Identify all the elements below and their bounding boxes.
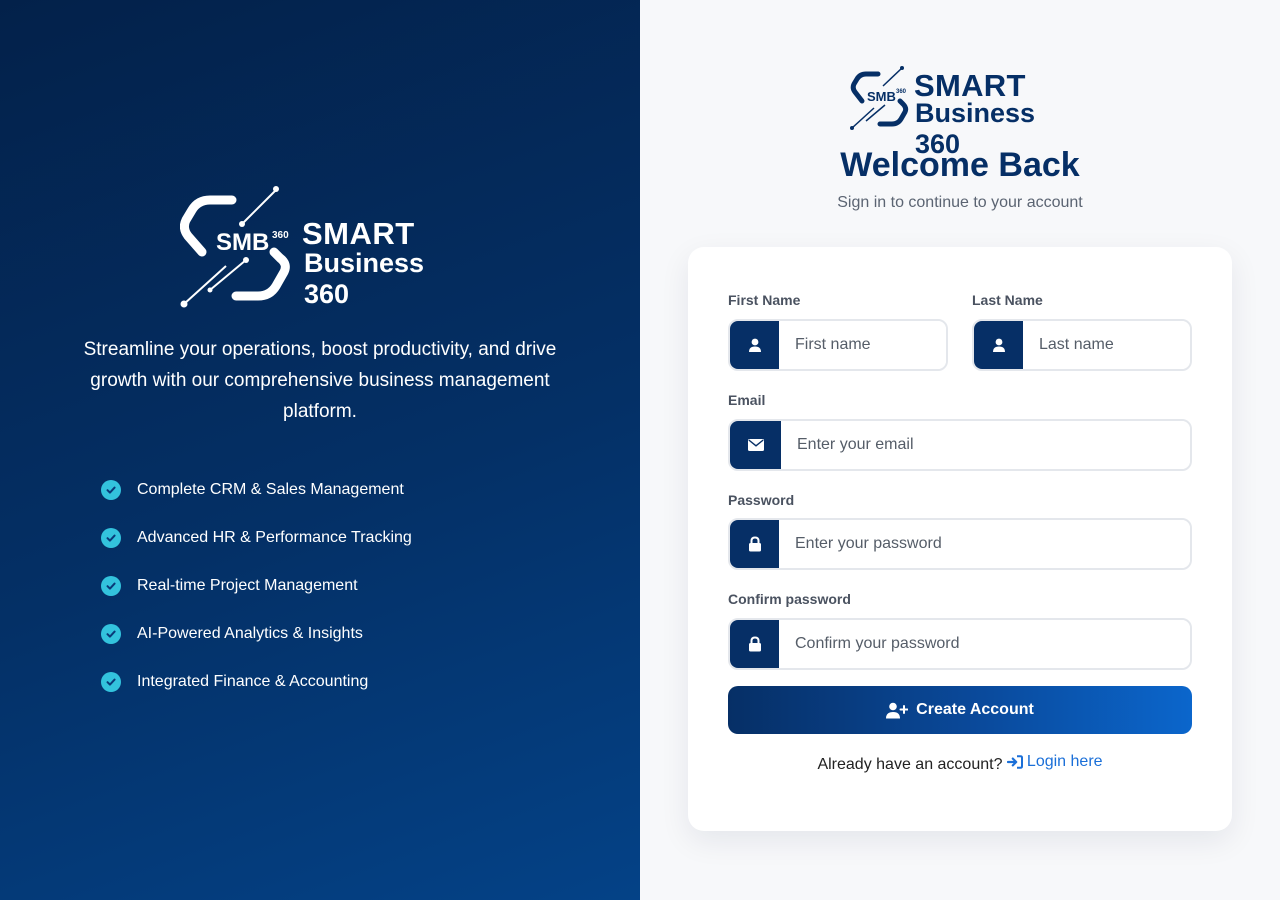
- check-circle-icon: [101, 528, 121, 548]
- create-account-button[interactable]: Create Account: [728, 686, 1192, 734]
- page: SMB 360 SMART Business 360 Streamline yo…: [0, 0, 1280, 900]
- brand-monogram: SMB: [216, 229, 269, 256]
- login-link-label: Login here: [1026, 753, 1103, 770]
- feature-item: Integrated Finance & Accounting: [101, 658, 412, 706]
- check-circle-icon: [101, 576, 121, 596]
- lock-icon: [730, 520, 779, 568]
- email-group: [728, 419, 1192, 471]
- password-input[interactable]: [779, 520, 1190, 568]
- brand-name-line1: SMART: [302, 216, 415, 251]
- page-title: Welcome Back: [840, 146, 1080, 184]
- confirm-password-input[interactable]: [779, 620, 1190, 668]
- brand-monogram-sup: 360: [272, 230, 289, 241]
- login-prompt: Already have an account?: [817, 756, 1003, 773]
- feature-item: Real-time Project Management: [101, 562, 412, 610]
- sign-in-icon: [1006, 755, 1023, 769]
- login-prompt-line: Already have an account? Login here: [688, 753, 1232, 774]
- brand-mark-icon: SMB 360: [850, 66, 909, 130]
- first-name-input[interactable]: [779, 321, 946, 369]
- email-input[interactable]: [781, 421, 1190, 469]
- feature-label: AI-Powered Analytics & Insights: [137, 625, 363, 642]
- feature-label: Real-time Project Management: [137, 577, 358, 594]
- page-subtitle: Sign in to continue to your account: [837, 194, 1083, 211]
- confirm-password-label: Confirm password: [728, 591, 851, 607]
- feature-label: Complete CRM & Sales Management: [137, 481, 404, 498]
- feature-item: Complete CRM & Sales Management: [101, 466, 412, 514]
- brand-monogram-sup: 360: [896, 89, 907, 95]
- envelope-icon: [730, 421, 781, 469]
- lock-icon: [730, 620, 779, 668]
- brand-logo: SMB 360 SMART Business 360: [180, 186, 470, 310]
- hero-tagline: Streamline your operations, boost produc…: [83, 339, 557, 422]
- last-name-input[interactable]: [1023, 321, 1190, 369]
- check-circle-icon: [101, 624, 121, 644]
- auth-panel: SMB 360 SMART Business 360 Welcome Back …: [640, 0, 1280, 900]
- signup-form: First Name Last Name Email: [688, 247, 1232, 831]
- create-account-label: Create Account: [916, 701, 1034, 718]
- password-label: Password: [728, 492, 795, 508]
- email-label: Email: [728, 392, 766, 408]
- first-name-group: [728, 319, 948, 371]
- check-circle-icon: [101, 480, 121, 500]
- feature-item: Advanced HR & Performance Tracking: [101, 514, 412, 562]
- user-icon: [730, 321, 779, 369]
- brand-name-line2: Business 360: [304, 248, 425, 309]
- user-icon: [974, 321, 1023, 369]
- feature-list: Complete CRM & Sales Management Advanced…: [101, 466, 412, 706]
- feature-item: AI-Powered Analytics & Insights: [101, 610, 412, 658]
- feature-label: Advanced HR & Performance Tracking: [137, 529, 412, 546]
- confirm-password-group: [728, 618, 1192, 670]
- brand-logo-small: SMB 360 SMART Business 360: [850, 66, 1080, 159]
- first-name-label: First Name: [728, 292, 801, 308]
- login-link[interactable]: Login here: [1006, 753, 1103, 771]
- last-name-label: Last Name: [972, 292, 1043, 308]
- user-plus-icon: [886, 702, 909, 718]
- hero-panel: SMB 360 SMART Business 360 Streamline yo…: [0, 0, 640, 900]
- feature-label: Integrated Finance & Accounting: [137, 673, 369, 690]
- check-circle-icon: [101, 672, 121, 692]
- brand-mark-icon: SMB 360: [180, 186, 290, 308]
- password-group: [728, 518, 1192, 570]
- last-name-group: [972, 319, 1192, 371]
- brand-monogram: SMB: [867, 89, 896, 104]
